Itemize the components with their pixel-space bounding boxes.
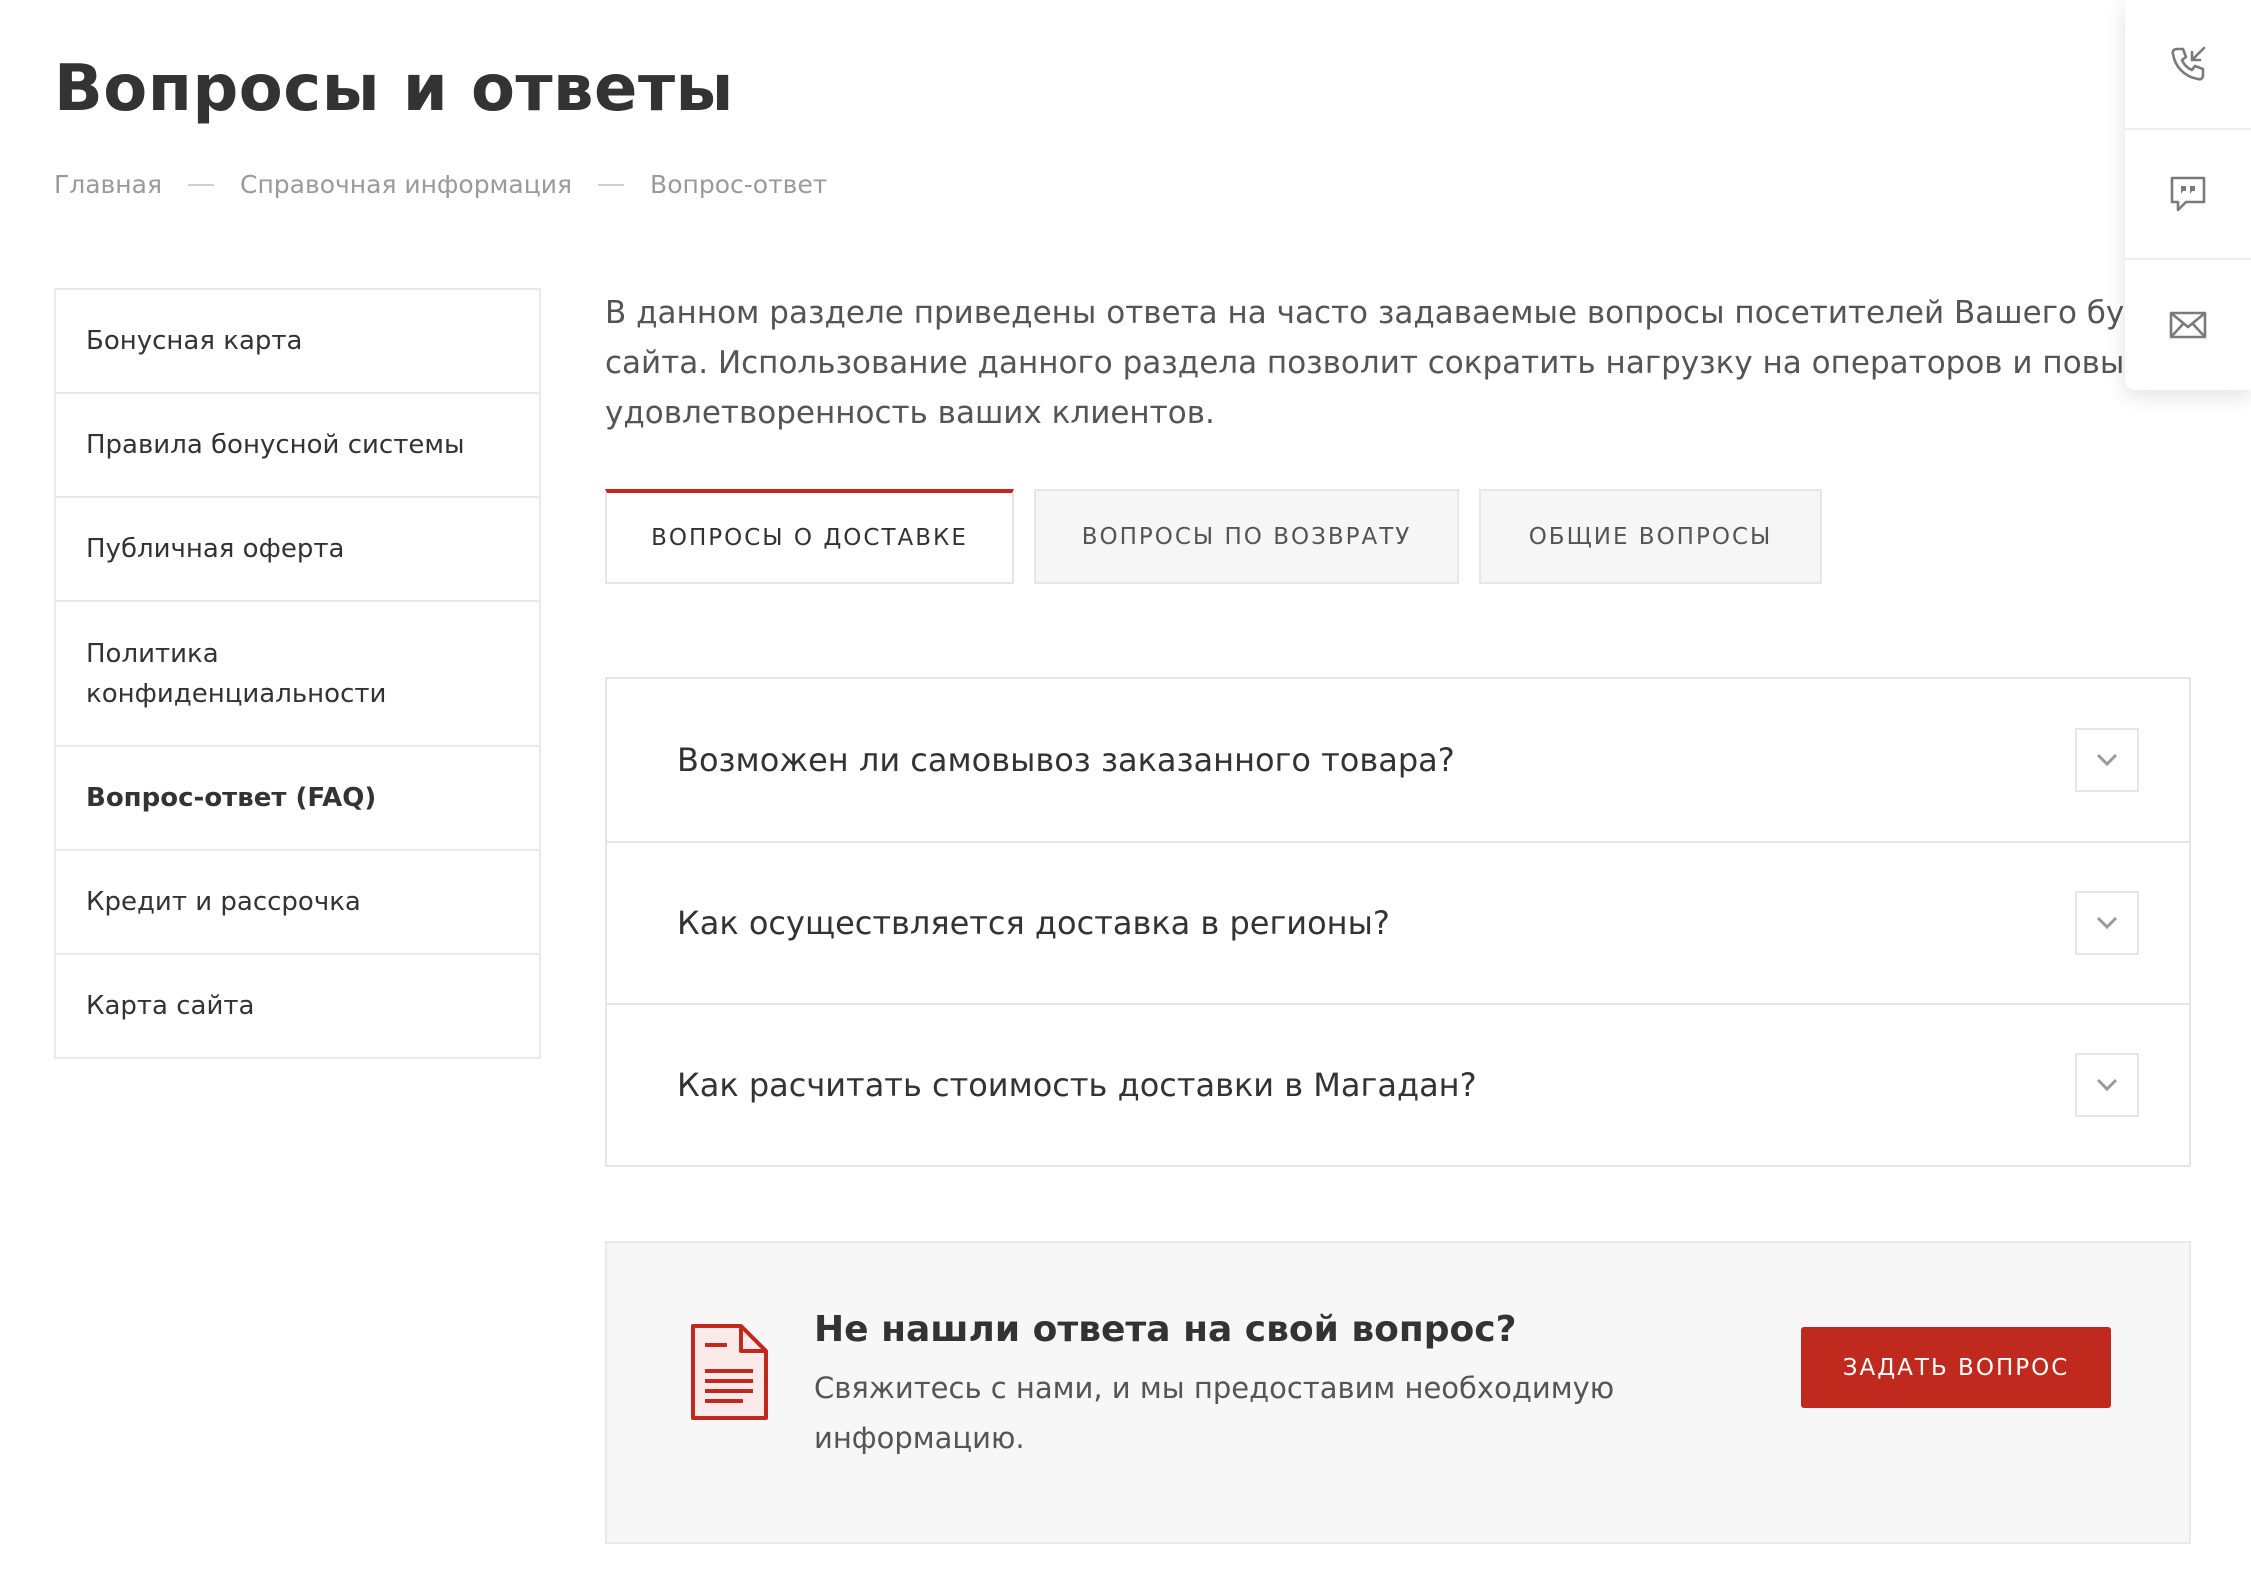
phone-callback-icon <box>2171 46 2206 81</box>
banner-text: Свяжитесь с нами, и мы предоставим необх… <box>814 1371 1615 1455</box>
faq-tabs: Вопросы о доставке Вопросы по возврату О… <box>605 489 1842 584</box>
mail-icon <box>2169 311 2207 339</box>
sidebar-item-bonus-rules[interactable]: Правила бонусной системы <box>54 392 541 498</box>
floating-contact-panel <box>2125 0 2251 390</box>
breadcrumb: Главная Справочная информация Вопрос-отв… <box>54 170 827 199</box>
banner-title: Не нашли ответа на свой вопрос? <box>814 1309 1517 1350</box>
sidebar-item-label: Политика конфиденциальности <box>86 638 387 709</box>
callback-button[interactable] <box>2125 0 2251 130</box>
expand-button[interactable] <box>2075 891 2139 955</box>
expand-button[interactable] <box>2075 1053 2139 1117</box>
tab-returns[interactable]: Вопросы по возврату <box>1034 489 1459 584</box>
sidebar-item-privacy-policy[interactable]: Политика конфиденциальности <box>54 600 541 747</box>
document-icon <box>691 1324 768 1420</box>
chevron-down-icon <box>2096 753 2118 767</box>
sidebar-item-credit[interactable]: Кредит и рассрочка <box>54 849 541 955</box>
chevron-down-icon <box>2096 916 2118 930</box>
chat-button[interactable] <box>2125 130 2251 260</box>
sidebar-item-sitemap[interactable]: Карта сайта <box>54 953 541 1059</box>
intro-line: сайта. Использование данного раздела поз… <box>605 345 2198 381</box>
sidebar-menu: Бонусная карта Правила бонусной системы … <box>54 288 541 1059</box>
mail-button[interactable] <box>2125 260 2251 390</box>
ask-question-button[interactable]: Задать вопрос <box>1801 1327 2111 1408</box>
intro-line: В данном разделе приведены ответа на час… <box>605 295 2213 331</box>
intro-text: В данном разделе приведены ответа на час… <box>605 288 2213 438</box>
faq-item[interactable]: Возможен ли самовывоз заказанного товара… <box>607 679 2189 841</box>
faq-item[interactable]: Как осуществляется доставка в регионы? <box>607 841 2189 1003</box>
breadcrumb-current: Вопрос-ответ <box>650 170 828 199</box>
faq-accordion: Возможен ли самовывоз заказанного товара… <box>605 677 2191 1167</box>
sidebar-item-bonus-card[interactable]: Бонусная карта <box>54 288 541 394</box>
chat-icon <box>2170 176 2206 212</box>
breadcrumb-reference-info[interactable]: Справочная информация <box>240 170 572 199</box>
breadcrumb-separator <box>598 183 625 186</box>
page-title: Вопросы и ответы <box>54 52 734 126</box>
tab-delivery[interactable]: Вопросы о доставке <box>605 489 1014 584</box>
faq-question: Возможен ли самовывоз заказанного товара… <box>677 741 1455 779</box>
expand-button[interactable] <box>2075 728 2139 792</box>
sidebar-item-public-offer[interactable]: Публичная оферта <box>54 496 541 602</box>
ask-question-banner: Не нашли ответа на свой вопрос? Свяжитес… <box>605 1241 2191 1544</box>
breadcrumb-home[interactable]: Главная <box>54 170 162 199</box>
breadcrumb-separator <box>187 183 214 186</box>
faq-question: Как осуществляется доставка в регионы? <box>677 904 1390 942</box>
faq-question: Как расчитать стоимость доставки в Магад… <box>677 1066 1477 1104</box>
sidebar-item-faq[interactable]: Вопрос-ответ (FAQ) <box>54 745 541 851</box>
tab-general[interactable]: Общие вопросы <box>1479 489 1822 584</box>
intro-line: удовлетворенность ваших клиентов. <box>605 395 1215 431</box>
faq-item[interactable]: Как расчитать стоимость доставки в Магад… <box>607 1003 2189 1165</box>
chevron-down-icon <box>2096 1078 2118 1092</box>
